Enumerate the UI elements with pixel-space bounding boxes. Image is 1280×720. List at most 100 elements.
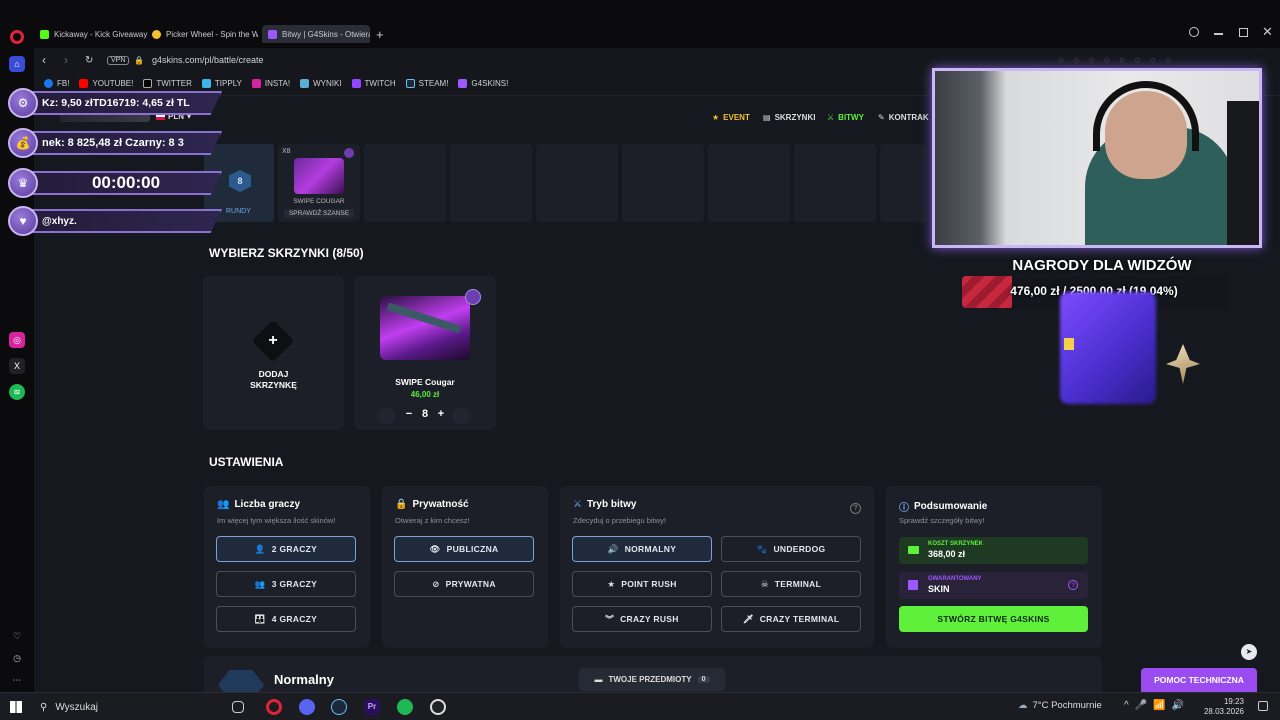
players-3-button[interactable]: 👥 3 GRACZY bbox=[216, 571, 356, 597]
round-case-name: SWIPE COUGAR bbox=[293, 198, 345, 205]
case-price: 46,00 zł bbox=[410, 390, 440, 399]
round-multiplier: X8 bbox=[282, 148, 291, 155]
overlay-timer-row: ♛ 00:00:00 bbox=[8, 168, 222, 198]
maximize-button[interactable] bbox=[1239, 28, 1248, 37]
reward-case-icon bbox=[1060, 292, 1156, 404]
reload-icon[interactable]: ↻ bbox=[85, 55, 93, 66]
system-tray-icons[interactable]: ^🎤📶🔊 bbox=[1124, 700, 1190, 711]
private-button[interactable]: ⊘ PRYWATNA bbox=[394, 571, 534, 597]
round-slot-empty bbox=[536, 144, 618, 222]
url-field[interactable]: g4skins.com/pl/battle/create bbox=[152, 55, 264, 65]
mode-point-rush-button[interactable]: ★ POINT RUSH bbox=[572, 571, 712, 597]
guaranteed-help-icon[interactable]: ? bbox=[1068, 580, 1078, 590]
select-cases-title: WYBIERZ SKRZYNKI (8/50) bbox=[209, 246, 364, 260]
more-icon[interactable]: ⋯ bbox=[9, 672, 25, 688]
history-icon[interactable]: ◷ bbox=[9, 650, 25, 666]
task-view-icon[interactable] bbox=[232, 701, 244, 713]
bookmark-twitch[interactable]: TWITCH bbox=[351, 79, 396, 88]
guaranteed-label: GWARANTOWANY bbox=[928, 576, 982, 582]
case-name: SWIPE Cougar bbox=[395, 377, 455, 387]
pencil-icon: ✎ bbox=[878, 113, 885, 122]
mode-crazy-rush-button[interactable]: ︾ CRAZY RUSH bbox=[572, 606, 712, 632]
lock-open-icon: 🔒 bbox=[395, 499, 408, 510]
case-card[interactable]: SWIPE Cougar 46,00 zł − 8 + bbox=[354, 276, 496, 430]
check-odds-button[interactable]: SPRAWDŹ SZANSE bbox=[284, 209, 354, 218]
players-subtitle: Im więcej tym większa ilość skinów! bbox=[217, 516, 336, 525]
opera-taskbar-icon[interactable] bbox=[266, 699, 282, 715]
info-icon: ⓘ bbox=[899, 503, 909, 514]
nav-kontrakty[interactable]: ✎ KONTRAK bbox=[878, 113, 929, 122]
bookmark-twitter[interactable]: TWITTER bbox=[143, 79, 192, 88]
chevrons-icon: ︾ bbox=[605, 614, 615, 624]
mode-terminal-button[interactable]: ☠ TERMINAL bbox=[721, 571, 861, 597]
bookmark-fb[interactable]: FB! bbox=[44, 79, 69, 88]
premiere-taskbar-icon[interactable]: Pr bbox=[364, 699, 380, 715]
nav-bitwy[interactable]: ⚔ BITWY bbox=[827, 113, 864, 122]
spotify-sidebar-icon[interactable]: ≋ bbox=[9, 384, 25, 400]
close-window-button[interactable]: ✕ bbox=[1262, 24, 1273, 40]
minimize-button[interactable] bbox=[1214, 33, 1223, 35]
bookmark-g4skins[interactable]: G4SKINS! bbox=[458, 79, 508, 88]
mode-help-icon[interactable]: ? bbox=[850, 503, 861, 514]
bookmark-insta[interactable]: INSTA! bbox=[251, 79, 290, 88]
nav-event[interactable]: ★ EVENT bbox=[712, 113, 750, 122]
bookmark-tipply[interactable]: TIPPLY bbox=[201, 79, 242, 88]
x-sidebar-icon[interactable]: X bbox=[9, 358, 25, 374]
my-items-button[interactable]: ▬ TWOJE PRZEDMIOTY 0 bbox=[579, 668, 725, 691]
notification-icon[interactable] bbox=[1258, 701, 1268, 711]
support-button[interactable]: POMOC TECHNICZNA bbox=[1141, 668, 1257, 692]
reward-case-badge-icon bbox=[1064, 338, 1074, 350]
windows-start-icon[interactable] bbox=[10, 701, 22, 713]
cost-box: KOSZT SKRZYNEK 368,00 zł bbox=[899, 537, 1088, 564]
bookmark-steam[interactable]: STEAM! bbox=[405, 79, 448, 88]
forward-icon[interactable]: › bbox=[64, 53, 68, 67]
swords-icon: ⚔ bbox=[573, 499, 582, 510]
gift-icon bbox=[908, 580, 918, 590]
tab-kickaway[interactable]: Kickaway - Kick Giveaway bbox=[40, 25, 148, 43]
bookmark-wyniki[interactable]: WYNIKI bbox=[300, 79, 342, 88]
mode-crazy-terminal-button[interactable]: 🗡 CRAZY TERMINAL bbox=[721, 606, 861, 632]
tab-picker-wheel[interactable]: Picker Wheel - Spin the W bbox=[152, 25, 258, 43]
create-battle-button[interactable]: STWÓRZ BITWĘ G4SKINS bbox=[899, 606, 1088, 632]
clock[interactable]: 19:23 28.03.2026 bbox=[1200, 697, 1244, 717]
crown-icon: ♛ bbox=[8, 168, 38, 198]
heart-icon[interactable]: ♡ bbox=[9, 628, 25, 644]
public-button[interactable]: 👁 PUBLICZNA bbox=[394, 536, 534, 562]
chat-fab-icon[interactable]: ➤ bbox=[1241, 644, 1257, 660]
search-tabs-icon[interactable] bbox=[1189, 27, 1199, 37]
vpn-badge[interactable]: VPN bbox=[107, 55, 130, 65]
settings-title: USTAWIENIA bbox=[209, 455, 284, 469]
cloud-icon: ☁ bbox=[1018, 700, 1028, 711]
bookmark-youtube[interactable]: YOUTUBE! bbox=[79, 79, 133, 88]
back-icon[interactable]: ‹ bbox=[42, 53, 46, 67]
qty-value[interactable]: 8 bbox=[418, 408, 432, 420]
g4skins-icon bbox=[458, 79, 468, 88]
add-case-card[interactable]: + DODAJ SKRZYNKĘ bbox=[203, 276, 344, 430]
tab-g4skins[interactable]: Bitwy | G4Skins - Otwieraj bbox=[262, 25, 370, 43]
privacy-subtitle: Otwieraj z kim chcesz! bbox=[395, 516, 470, 525]
players-2-button[interactable]: 👤 2 GRACZY bbox=[216, 536, 356, 562]
home-icon[interactable]: ⌂ bbox=[9, 56, 25, 72]
discord-taskbar-icon[interactable] bbox=[299, 699, 315, 715]
players-4-button[interactable]: 👪 4 GRACZY bbox=[216, 606, 356, 632]
obs-taskbar-icon[interactable] bbox=[430, 699, 446, 715]
spotify-taskbar-icon[interactable] bbox=[397, 699, 413, 715]
round-slot-empty bbox=[708, 144, 790, 222]
mode-underdog-button[interactable]: 🐾 UNDERDOG bbox=[721, 536, 861, 562]
round-slot-case[interactable]: X8 SWIPE COUGAR SPRAWDŹ SZANSE bbox=[278, 144, 360, 222]
star-icon: ★ bbox=[712, 113, 720, 122]
qty-plus-button[interactable]: + bbox=[434, 408, 448, 420]
mode-normal-button[interactable]: 🔊 NORMALNY bbox=[572, 536, 712, 562]
players-title: 👥 Liczba graczy bbox=[217, 499, 301, 510]
case-icon: ▤ bbox=[763, 113, 771, 122]
weather-widget[interactable]: ☁ 7°C Pochmurnie bbox=[1018, 700, 1102, 711]
nav-skrzynki[interactable]: ▤ SKRZYNKI bbox=[763, 113, 815, 122]
new-tab-button[interactable]: + bbox=[376, 27, 384, 42]
qty-minus-button[interactable]: − bbox=[402, 408, 416, 420]
steam-taskbar-icon[interactable] bbox=[331, 699, 347, 715]
taskbar-search[interactable]: ⚲ Wyszukaj bbox=[32, 696, 216, 718]
toolbar-extensions-icon[interactable]: ◌◌◌◌◌◌◌◌ bbox=[1058, 55, 1181, 65]
opera-logo-icon[interactable] bbox=[10, 30, 24, 44]
instagram-sidebar-icon[interactable]: ◎ bbox=[9, 332, 25, 348]
cash-icon bbox=[908, 546, 919, 554]
